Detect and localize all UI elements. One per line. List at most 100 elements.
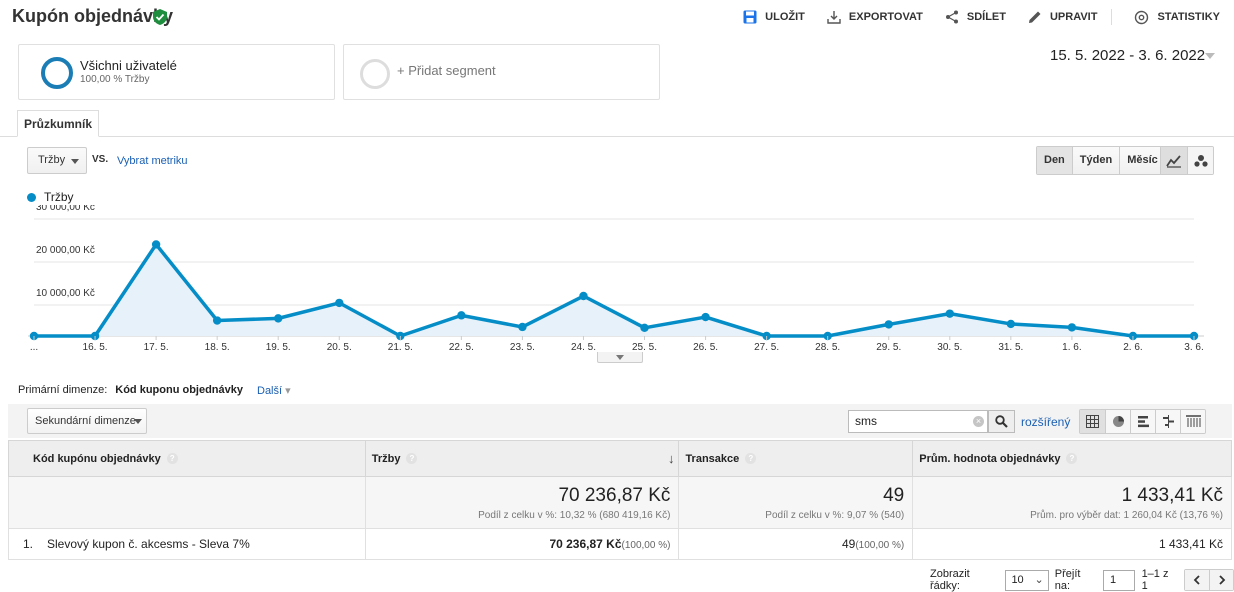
goto-page-input[interactable]: 1 (1103, 569, 1135, 591)
data-point (274, 314, 283, 323)
data-point (579, 291, 588, 301)
edit-button[interactable]: UPRAVIT (1028, 10, 1097, 24)
more-dimensions-link[interactable]: Další ▾ (257, 384, 291, 397)
granularity-month[interactable]: Měsíc (1119, 147, 1165, 174)
rows-per-page-select[interactable]: 10 ⌄ (1005, 569, 1049, 591)
column-header-coupon[interactable]: Kód kupónu objednávky? (8, 440, 366, 477)
total-revenue: 70 236,87 Kč Podíl z celku v %: 10,32 % (… (364, 476, 680, 529)
column-header-revenue[interactable]: Tržby? ↓ (364, 440, 680, 477)
clear-search-icon[interactable]: × (973, 416, 984, 427)
share-button[interactable]: SDÍLET (945, 10, 1006, 24)
data-point (701, 312, 710, 322)
chevron-right-icon (1218, 575, 1225, 585)
save-label: ULOŽIT (765, 11, 805, 23)
x-tick-label: 19. 5. (266, 342, 291, 353)
pivot-icon (1185, 415, 1201, 427)
x-tick-label: 26. 5. (693, 342, 718, 353)
performance-view-button[interactable] (1130, 410, 1155, 433)
share-label: SDÍLET (966, 11, 1006, 23)
chart-scroll-handle[interactable] (597, 352, 643, 363)
sort-descending-icon[interactable]: ↓ (668, 451, 675, 466)
page-nav (1184, 569, 1234, 591)
chevron-down-icon[interactable] (1205, 53, 1215, 59)
legend-label: Tržby (44, 190, 74, 204)
line-chart-button[interactable] (1161, 147, 1187, 174)
chart-legend: Tržby (27, 190, 74, 204)
pie-icon (1112, 416, 1124, 427)
data-point (1006, 319, 1016, 329)
next-page-button[interactable] (1209, 570, 1233, 590)
export-label: EXPORTOVAT (848, 11, 923, 23)
tab-explorer[interactable]: Průzkumník (17, 110, 99, 137)
data-point (884, 320, 893, 329)
secondary-dimension-select[interactable]: Sekundární dimenze (27, 408, 147, 434)
coupon-cell[interactable]: 1. Slevový kupon č. akcesms - Sleva 7% (8, 528, 366, 560)
pivot-view-button[interactable] (1180, 410, 1205, 433)
data-point (640, 323, 649, 333)
comparison-icon (1162, 415, 1174, 428)
edit-icon (1028, 11, 1041, 23)
primary-dimension-value[interactable]: Kód kuponu objednávky (115, 384, 243, 397)
series-color-dot (27, 192, 36, 202)
empty-segment-icon (360, 59, 390, 89)
totals-row: 70 236,87 Kč Podíl z celku v %: 10,32 % (… (8, 476, 1232, 529)
y-tick-label: 20 000,00 Kč (36, 245, 95, 256)
x-tick-label: 23. 5. (510, 342, 535, 353)
granularity-switch: Den Týden Měsíc (1036, 146, 1166, 175)
motion-chart-button[interactable] (1187, 147, 1213, 174)
column-header-avg-order-value[interactable]: Prům. hodnota objednávky? (912, 440, 1232, 477)
primary-dimension-bar: Primární dimenze: Kód kuponu objednávky … (18, 384, 291, 397)
help-icon[interactable]: ? (1066, 453, 1078, 465)
data-point (335, 298, 344, 308)
x-tick-label: 2. 6. (1123, 342, 1142, 353)
table-header-row: Kód kupónu objednávky? Tržby? ↓ Transakce… (8, 440, 1232, 477)
page-range: 1–1 z 1 (1141, 568, 1169, 592)
export-icon (827, 11, 841, 24)
y-tick-label: 10 000,00 Kč (36, 288, 95, 299)
prev-page-button[interactable] (1185, 570, 1209, 590)
segment-all-users[interactable]: Všichni uživatelé 100,00 % Tržby (18, 44, 335, 100)
granularity-day[interactable]: Den (1037, 147, 1072, 174)
total-transactions: 49 Podíl z celku v %: 9,07 % (540) (678, 476, 914, 529)
export-button[interactable]: EXPORTOVAT (827, 10, 923, 24)
chart-type-switch (1160, 146, 1214, 175)
insights-label: STATISTIKY (1157, 11, 1220, 23)
data-point (212, 316, 222, 325)
add-segment-label: + Přidat segment (397, 63, 496, 78)
help-icon[interactable]: ? (406, 453, 418, 465)
advanced-filter-link[interactable]: rozšířený (1021, 415, 1070, 429)
date-range-picker[interactable]: 15. 5. 2022 - 3. 6. 2022 (1050, 47, 1205, 64)
x-tick-label: 29. 5. (876, 342, 901, 353)
data-point (518, 322, 527, 332)
pie-view-button[interactable] (1105, 410, 1130, 433)
total-avg-order-value: 1 433,41 Kč Prům. pro výběr dat: 1 260,04… (912, 476, 1232, 529)
coupon-name: Slevový kupon č. akcesms - Sleva 7% (47, 537, 250, 551)
table-search-input[interactable]: sms (848, 410, 988, 433)
chevron-down-icon: ⌄ (1034, 573, 1044, 586)
granularity-week[interactable]: Týden (1071, 147, 1120, 174)
save-button[interactable]: ULOŽIT (743, 10, 805, 24)
help-icon[interactable]: ? (745, 453, 757, 465)
comparison-view-button[interactable] (1155, 410, 1180, 433)
column-header-transactions[interactable]: Transakce? (678, 440, 914, 477)
search-button[interactable] (988, 410, 1015, 433)
data-point (1067, 323, 1077, 332)
insights-button[interactable]: STATISTIKY (1134, 10, 1220, 25)
data-point (945, 309, 954, 318)
table-view-switch (1079, 409, 1206, 434)
add-segment-button[interactable]: + Přidat segment (343, 44, 660, 100)
metric-selector[interactable]: Tržby (27, 147, 87, 174)
table-view-button[interactable] (1080, 410, 1105, 433)
x-tick-label: 30. 5. (937, 342, 962, 353)
series-area (34, 244, 1194, 336)
pick-metric-link[interactable]: Vybrat metriku (117, 155, 188, 167)
pagination: Zobrazit řádky: 10 ⌄ Přejít na: 1 1–1 z … (930, 568, 1234, 592)
secondary-dimension-label: Sekundární dimenze (35, 415, 136, 427)
chevron-down-icon (71, 159, 79, 164)
chevron-left-icon (1193, 575, 1200, 585)
verified-shield-icon (153, 9, 167, 25)
share-icon (945, 10, 958, 24)
rows-per-page-label: Zobrazit řádky: (930, 568, 970, 592)
revenue-cell: 70 236,87 Kč(100,00 %) (364, 528, 680, 560)
help-icon[interactable]: ? (166, 453, 178, 465)
